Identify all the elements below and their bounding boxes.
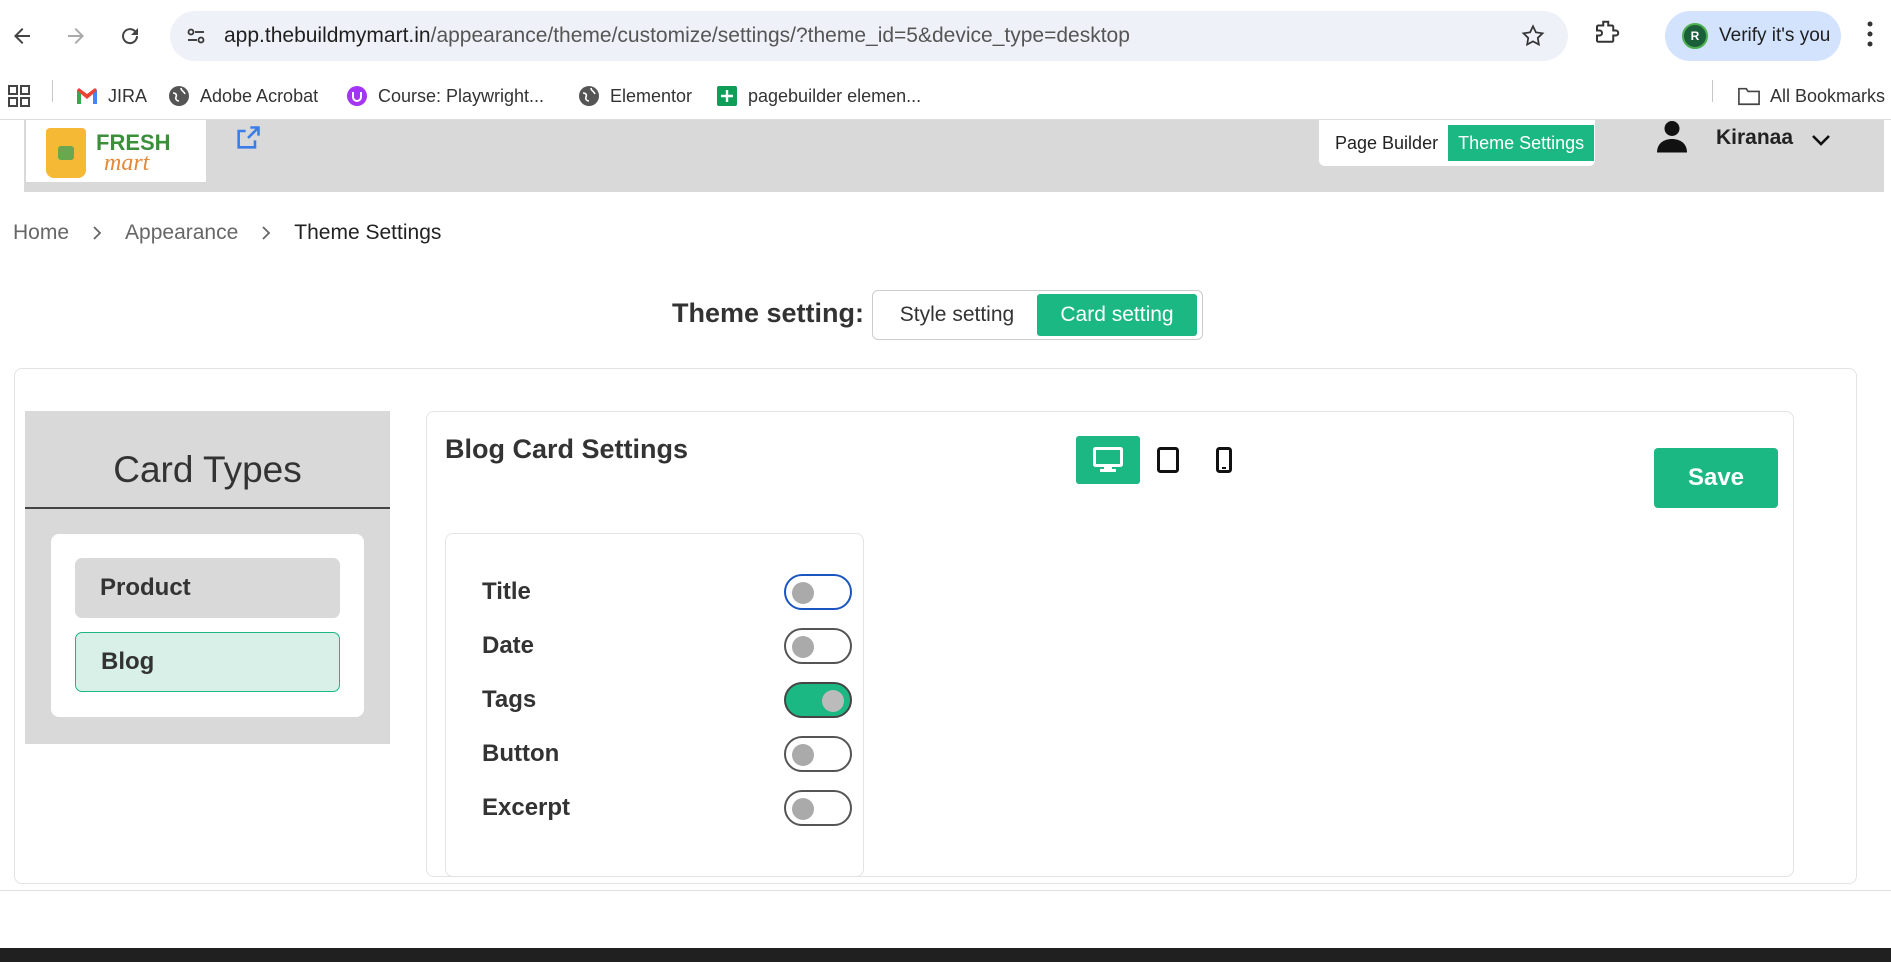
chevron-right-icon (91, 225, 103, 241)
toggle-label: Excerpt (482, 794, 571, 821)
toggle-row-title: Title (482, 572, 852, 612)
apps-grid-icon[interactable] (8, 82, 30, 110)
style-setting-tab[interactable]: Style setting (877, 294, 1037, 336)
theme-setting-toggle: Style setting Card setting (872, 290, 1203, 340)
address-bar[interactable]: app.thebuildmymart.in/appearance/theme/c… (170, 11, 1568, 61)
bookmark-star-icon[interactable] (1520, 23, 1546, 54)
toggle-knob (792, 744, 814, 766)
bookmark-label: Elementor (610, 85, 693, 106)
store-logo[interactable]: FRESH mart (26, 120, 206, 182)
bookmark-divider (52, 80, 53, 102)
globe-icon (168, 85, 190, 107)
page-builder-tab[interactable]: Page Builder (1325, 125, 1448, 161)
device-selector (1076, 436, 1252, 484)
back-arrow-icon (14, 28, 30, 44)
card-types-panel: Card Types Product Blog (25, 411, 390, 744)
toggle-label: Tags (482, 686, 537, 713)
toggle-knob (792, 798, 814, 820)
excerpt-toggle[interactable] (784, 790, 852, 826)
profile-button[interactable]: R Verify it's you (1665, 11, 1841, 61)
tags-toggle[interactable] (784, 682, 852, 718)
toggle-label: Title (482, 578, 531, 605)
bookmark-label: pagebuilder elemen... (748, 85, 922, 106)
logo-bag-icon (46, 128, 86, 178)
card-types-title: Card Types (113, 449, 302, 490)
url-path: /appearance/theme/customize/settings/?th… (430, 24, 1130, 47)
forward-arrow-icon (68, 28, 84, 44)
forward-button[interactable] (58, 18, 94, 54)
divider (0, 890, 1891, 891)
profile-label: Verify it's you (1719, 25, 1831, 46)
bookmark-label: JIRA (108, 85, 148, 106)
reload-icon (122, 28, 139, 45)
panel-title: Blog Card Settings (445, 434, 689, 464)
user-name[interactable]: Kiranaa (1716, 126, 1793, 150)
app-header: FRESH mart Page Builder Theme Settings K… (24, 120, 1884, 192)
os-taskbar (0, 948, 1891, 962)
udemy-icon (346, 85, 368, 107)
builder-switcher: Page Builder Theme Settings (1319, 120, 1595, 166)
save-button[interactable]: Save (1654, 448, 1778, 508)
folder-icon (1738, 85, 1760, 107)
user-avatar-icon[interactable] (1654, 118, 1690, 159)
toggle-label: Date (482, 632, 535, 659)
card-types-list: Product Blog (51, 534, 364, 717)
mobile-icon[interactable] (1196, 436, 1252, 484)
toggles-box: Title Date Tags Button Excerpt (445, 533, 864, 877)
bookmark-label: Course: Playwright... (378, 85, 545, 106)
reload-button[interactable] (112, 18, 148, 54)
globe-icon (578, 85, 600, 107)
site-settings-icon[interactable] (184, 24, 208, 53)
browser-toolbar: app.thebuildmymart.in/appearance/theme/c… (0, 0, 1891, 72)
bookmark-course-playwright[interactable]: Course: Playwright... (346, 82, 544, 110)
blog-card-settings-panel: Blog Card Settings Save Title Date Tags … (426, 411, 1794, 877)
card-type-product[interactable]: Product (75, 558, 340, 618)
toggle-label: Button (482, 740, 560, 767)
toggle-row-button: Button (482, 734, 852, 774)
logo-mart-text: mart (104, 150, 150, 176)
chevron-down-icon[interactable] (1809, 128, 1833, 157)
desktop-icon[interactable] (1076, 436, 1140, 484)
card-type-blog[interactable]: Blog (75, 632, 340, 692)
button-toggle[interactable] (784, 736, 852, 772)
gmail-icon (76, 85, 98, 107)
toggle-row-date: Date (482, 626, 852, 666)
chevron-right-icon (260, 225, 272, 241)
back-button[interactable] (4, 18, 40, 54)
toggle-knob (822, 690, 844, 712)
tablet-icon[interactable] (1140, 436, 1196, 484)
toggle-row-excerpt: Excerpt (482, 788, 852, 828)
profile-avatar: R (1682, 23, 1708, 49)
toggle-knob (792, 582, 814, 604)
all-bookmarks-label: All Bookmarks (1770, 85, 1886, 106)
breadcrumb-home[interactable]: Home (13, 221, 69, 245)
sheets-icon (716, 85, 738, 107)
breadcrumb: Home Appearance Theme Settings (13, 221, 441, 245)
divider (25, 507, 390, 509)
all-bookmarks[interactable]: All Bookmarks (1738, 82, 1885, 110)
bookmark-jira[interactable]: JIRA (76, 82, 147, 110)
bookmark-pagebuilder[interactable]: pagebuilder elemen... (716, 82, 921, 110)
external-link-icon[interactable] (234, 124, 262, 157)
url-host: app.thebuildmymart.in (224, 24, 431, 47)
date-toggle[interactable] (784, 628, 852, 664)
breadcrumb-appearance[interactable]: Appearance (125, 221, 238, 245)
breadcrumb-theme-settings: Theme Settings (294, 221, 442, 244)
title-toggle[interactable] (784, 574, 852, 610)
card-setting-tab[interactable]: Card setting (1037, 294, 1197, 336)
browser-menu-icon[interactable] (1866, 20, 1874, 53)
url-text[interactable]: app.thebuildmymart.in/appearance/theme/c… (224, 24, 1130, 48)
bookmark-label: Adobe Acrobat (200, 85, 319, 106)
bookmark-elementor[interactable]: Elementor (578, 82, 692, 110)
extensions-icon[interactable] (1592, 18, 1622, 53)
theme-setting-label: Theme setting: (672, 298, 865, 328)
bookmarks-bar: JIRA Adobe Acrobat Course: Playwright...… (0, 72, 1891, 120)
toggle-row-tags: Tags (482, 680, 852, 720)
bookmark-adobe-acrobat[interactable]: Adobe Acrobat (168, 82, 318, 110)
toggle-knob (792, 636, 814, 658)
bookmark-divider (1712, 80, 1713, 102)
theme-settings-tab[interactable]: Theme Settings (1448, 125, 1595, 161)
